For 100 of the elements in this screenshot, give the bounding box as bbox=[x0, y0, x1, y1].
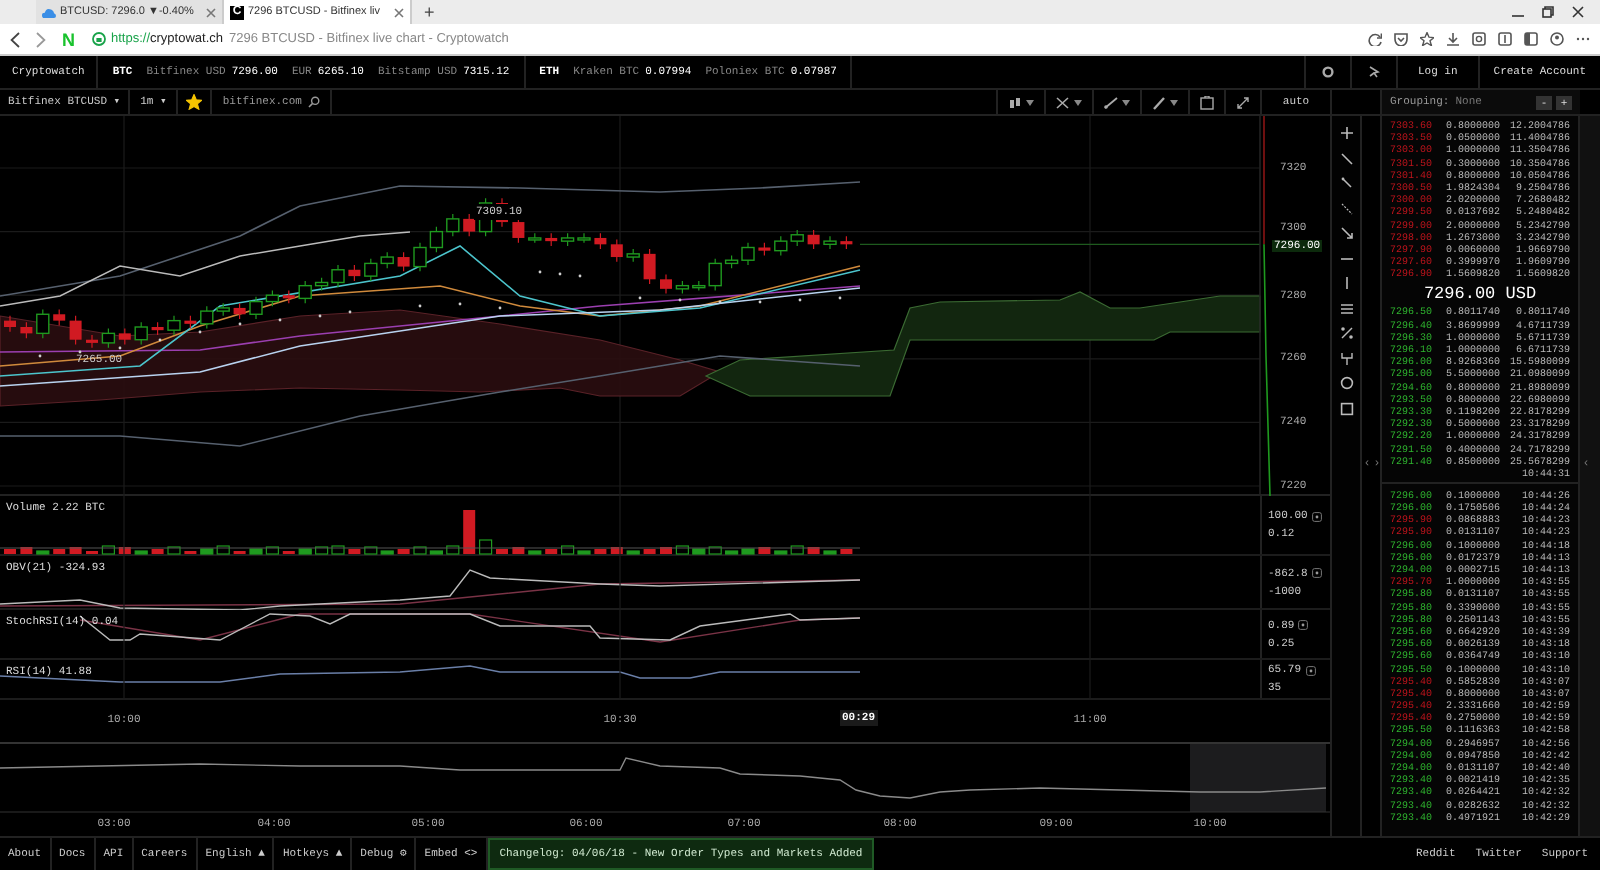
settings-toggle-icon[interactable] bbox=[1311, 568, 1322, 578]
candle bbox=[823, 235, 837, 250]
lock-icon bbox=[91, 32, 105, 46]
volume-bar bbox=[675, 545, 689, 555]
candle bbox=[86, 334, 98, 349]
settings-toggle-icon[interactable] bbox=[1305, 665, 1316, 675]
candle bbox=[610, 238, 623, 263]
candle bbox=[184, 315, 197, 330]
draw-line-icon bbox=[1104, 95, 1118, 109]
caret-icon bbox=[1074, 99, 1082, 105]
back-icon bbox=[10, 31, 20, 47]
reload-icon[interactable] bbox=[1368, 32, 1382, 46]
candle bbox=[626, 248, 640, 263]
volume-bar bbox=[545, 549, 558, 554]
volume-bar bbox=[151, 549, 164, 554]
square-icon[interactable] bbox=[1339, 401, 1353, 415]
candle bbox=[69, 315, 82, 346]
volume-bar bbox=[610, 547, 623, 554]
volume-bar bbox=[397, 549, 410, 554]
candle bbox=[512, 216, 525, 244]
volume-bar bbox=[463, 510, 476, 554]
download-icon[interactable] bbox=[1446, 32, 1460, 46]
volume-bar bbox=[4, 549, 16, 554]
volume-bar bbox=[758, 547, 771, 554]
list-icon[interactable] bbox=[1339, 301, 1353, 315]
volume-bar bbox=[528, 550, 542, 555]
candle bbox=[758, 242, 771, 257]
screenshot-icon[interactable] bbox=[1200, 95, 1214, 109]
volume-bar bbox=[594, 549, 607, 554]
settings-toggle-icon[interactable] bbox=[1311, 511, 1322, 521]
account-icon[interactable] bbox=[1550, 32, 1564, 46]
viewport-window[interactable] bbox=[1190, 744, 1326, 812]
volume-bar bbox=[134, 550, 148, 555]
new-tab-button[interactable]: + bbox=[412, 2, 447, 24]
line-tool-icon[interactable] bbox=[1339, 151, 1353, 165]
volume-bar bbox=[167, 546, 181, 555]
candle bbox=[233, 302, 246, 320]
close-icon bbox=[206, 7, 216, 17]
percent-icon[interactable] bbox=[1339, 326, 1353, 340]
volume-bar bbox=[348, 549, 361, 554]
mid-price: 7296.00 USD bbox=[1421, 281, 1539, 307]
volume-bar bbox=[101, 545, 115, 555]
volume-bar bbox=[36, 550, 50, 555]
volume-bar bbox=[643, 549, 656, 554]
candle bbox=[4, 315, 16, 333]
crosshair-icon[interactable] bbox=[1339, 126, 1353, 140]
volume-bar bbox=[840, 549, 853, 554]
arrow-tool-icon[interactable] bbox=[1339, 226, 1353, 240]
settings-icon bbox=[1321, 66, 1334, 78]
caret-icon bbox=[1122, 99, 1130, 105]
candle bbox=[840, 235, 853, 250]
volume-bar bbox=[807, 547, 820, 554]
caret-icon bbox=[1026, 99, 1034, 105]
browser-logo: N bbox=[62, 29, 75, 49]
search-icon bbox=[307, 96, 320, 108]
ray-tool-icon[interactable] bbox=[1339, 201, 1353, 215]
candle bbox=[151, 321, 164, 336]
pen-icon bbox=[1152, 95, 1166, 109]
sidebar-icon[interactable] bbox=[1524, 32, 1538, 46]
indicators-icon bbox=[1056, 95, 1070, 109]
star-icon[interactable] bbox=[1420, 32, 1434, 46]
volume-bar bbox=[53, 549, 66, 554]
volume-bar bbox=[626, 550, 640, 555]
close-icon bbox=[1572, 6, 1584, 18]
caret-icon bbox=[1170, 99, 1178, 105]
close-icon bbox=[394, 7, 404, 17]
cloud-icon bbox=[42, 7, 56, 17]
volume-bar bbox=[20, 547, 33, 554]
candle bbox=[807, 229, 820, 250]
reader-icon[interactable] bbox=[1498, 32, 1512, 46]
volume-bar bbox=[298, 548, 312, 555]
candle bbox=[167, 315, 181, 336]
circle-icon[interactable] bbox=[1339, 376, 1353, 390]
forward-icon bbox=[36, 31, 46, 47]
volume-bar bbox=[660, 547, 672, 554]
line-tool-icon[interactable] bbox=[1339, 176, 1353, 190]
candle bbox=[36, 308, 50, 339]
more-icon[interactable] bbox=[1576, 32, 1590, 46]
candle bbox=[660, 273, 672, 295]
shield-icon[interactable] bbox=[1394, 32, 1408, 46]
screenshot-icon[interactable] bbox=[1472, 32, 1486, 46]
candle-type-icon bbox=[1008, 95, 1022, 109]
candle bbox=[134, 321, 148, 346]
volume-bar bbox=[118, 547, 131, 554]
candle bbox=[20, 321, 33, 339]
candle bbox=[348, 264, 361, 282]
candle bbox=[643, 248, 656, 285]
volume-bar bbox=[496, 549, 508, 554]
candle bbox=[528, 232, 542, 244]
volume-bar bbox=[823, 550, 837, 555]
volume-bar bbox=[69, 547, 82, 554]
volume-bar bbox=[446, 545, 460, 555]
settings-toggle-icon[interactable] bbox=[1298, 620, 1309, 630]
expand-icon[interactable] bbox=[1236, 95, 1250, 109]
candle bbox=[53, 308, 66, 326]
pointer-icon bbox=[1367, 66, 1380, 78]
restore-icon bbox=[1542, 6, 1554, 18]
fork-icon[interactable] bbox=[1339, 351, 1353, 365]
candle bbox=[397, 251, 410, 272]
volume-bar bbox=[512, 547, 525, 554]
